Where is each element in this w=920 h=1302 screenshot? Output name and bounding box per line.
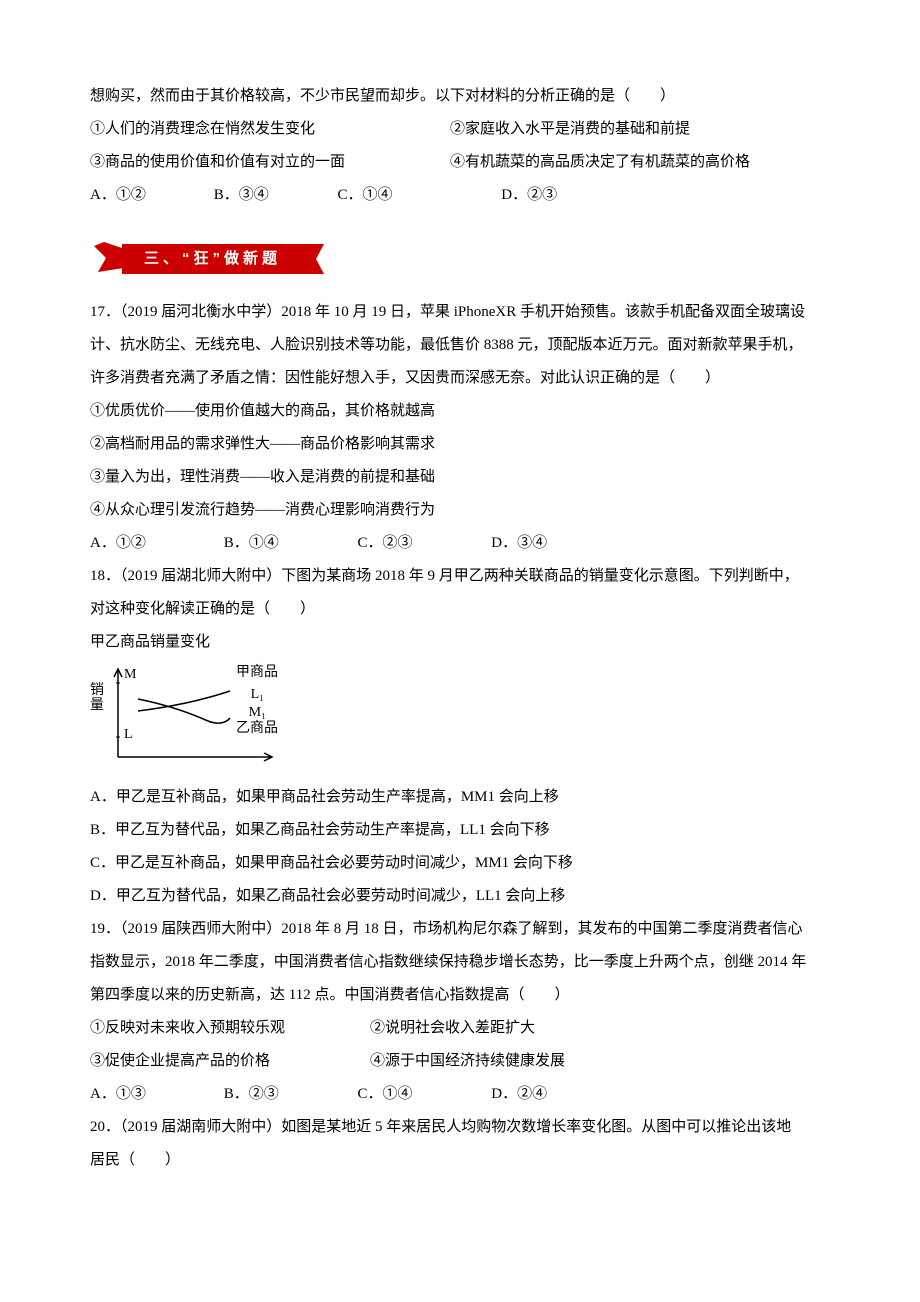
- chart-marker-l: L: [124, 727, 133, 742]
- q16-stem-cont: 想购买，然而由于其价格较高，不少市民望而却步。以下对材料的分析正确的是（ ）: [90, 80, 830, 113]
- q16-statement-row-1: ①人们的消费理念在悄然发生变化 ②家庭收入水平是消费的基础和前提: [90, 113, 830, 146]
- q20-line1: 20．（2019 届湖南师大附中）如图是某地近 5 年来居民人均购物次数增长率变…: [90, 1111, 830, 1144]
- q16-statement-row-2: ③商品的使用价值和价值有对立的一面 ④有机蔬菜的高品质决定了有机蔬菜的高价格: [90, 146, 830, 179]
- q16-option-b: B．③④: [214, 179, 334, 212]
- q16-option-a: A．①②: [90, 179, 210, 212]
- q17-line3: 许多消费者充满了矛盾之情：因性能好想入手，又因贵而深感无奈。对此认识正确的是（ …: [90, 362, 830, 395]
- q20-line2: 居民（ ）: [90, 1144, 830, 1177]
- q18-option-a: A．甲乙是互补商品，如果甲商品社会劳动生产率提高，MM1 会向上移: [90, 781, 830, 814]
- q19-stmt-row-2: ③促使企业提高产品的价格 ④源于中国经济持续健康发展: [90, 1045, 830, 1078]
- chart-marker-m1: M₁: [249, 705, 266, 720]
- chart-ylabel: 销量: [90, 683, 106, 714]
- q17-option-c: C．②③: [358, 527, 488, 560]
- chart-marker-l1: L₁: [251, 687, 264, 702]
- q18-option-c: C．甲乙是互补商品，如果甲商品社会必要劳动时间减少，MM1 会向下移: [90, 847, 830, 880]
- q17-option-a: A．①②: [90, 527, 220, 560]
- q16-option-c: C．①④: [338, 179, 498, 212]
- q19-stmt-2: ②说明社会收入差距扩大: [370, 1012, 535, 1045]
- q16-stmt-3: ③商品的使用价值和价值有对立的一面: [90, 146, 450, 179]
- q18-caption: 甲乙商品销量变化: [90, 626, 830, 659]
- q17-line1: 17．（2019 届河北衡水中学）2018 年 10 月 19 日，苹果 iPh…: [90, 296, 830, 329]
- section-banner: 三、“狂”做新题: [94, 242, 334, 276]
- q17-stmt-4: ④从众心理引发流行趋势——消费心理影响消费行为: [90, 494, 830, 527]
- chart-marker-m: M: [124, 667, 136, 682]
- q19-line2: 指数显示，2018 年二季度，中国消费者信心指数继续保持稳步增长态势，比一季度上…: [90, 946, 830, 979]
- q17-option-d: D．③④: [491, 527, 547, 560]
- banner-text: 三、“狂”做新题: [144, 242, 281, 276]
- chart-series-a-label: 甲商品: [236, 665, 278, 680]
- q18-option-d: D．甲乙互为替代品，如果乙商品社会必要劳动时间减少，LL1 会向上移: [90, 880, 830, 913]
- q16-option-d: D．②③: [501, 179, 557, 212]
- q16-stmt-4: ④有机蔬菜的高品质决定了有机蔬菜的高价格: [450, 146, 750, 179]
- chart-series-b-label: 乙商品: [236, 721, 278, 736]
- q19-option-a: A．①③: [90, 1078, 220, 1111]
- q19-option-b: B．②③: [224, 1078, 354, 1111]
- q19-options: A．①③ B．②③ C．①④ D．②④: [90, 1078, 830, 1111]
- q17-option-b: B．①④: [224, 527, 354, 560]
- q17-stmt-3: ③量入为出，理性消费——收入是消费的前提和基础: [90, 461, 830, 494]
- q19-line1: 19．（2019 届陕西师大附中）2018 年 8 月 18 日，市场机构尼尔森…: [90, 913, 830, 946]
- q18-line1: 18．（2019 届湖北师大附中）下图为某商场 2018 年 9 月甲乙两种关联…: [90, 560, 830, 593]
- q16-stmt-1: ①人们的消费理念在悄然发生变化: [90, 113, 450, 146]
- q18-option-b: B．甲乙互为替代品，如果乙商品社会劳动生产率提高，LL1 会向下移: [90, 814, 830, 847]
- q19-option-c: C．①④: [358, 1078, 488, 1111]
- q19-line3: 第四季度以来的历史新高，达 112 点。中国消费者信心指数提高（ ）: [90, 979, 830, 1012]
- q19-stmt-1: ①反映对未来收入预期较乐观: [90, 1012, 370, 1045]
- q19-stmt-row-1: ①反映对未来收入预期较乐观 ②说明社会收入差距扩大: [90, 1012, 830, 1045]
- q19-option-d: D．②④: [491, 1078, 547, 1111]
- q17-options: A．①② B．①④ C．②③ D．③④: [90, 527, 830, 560]
- q19-stmt-4: ④源于中国经济持续健康发展: [370, 1045, 565, 1078]
- q17-stmt-2: ②高档耐用品的需求弹性大——商品价格影响其需求: [90, 428, 830, 461]
- q19-stmt-3: ③促使企业提高产品的价格: [90, 1045, 370, 1078]
- q16-options: A．①② B．③④ C．①④ D．②③: [90, 179, 830, 212]
- q18-line2: 对这种变化解读正确的是（ ）: [90, 593, 830, 626]
- q17-stmt-1: ①优质优价——使用价值越大的商品，其价格就越高: [90, 395, 830, 428]
- q16-stmt-2: ②家庭收入水平是消费的基础和前提: [450, 113, 690, 146]
- q17-line2: 计、抗水防尘、无线充电、人脸识别技术等功能，最低售价 8388 元，顶配版本近万…: [90, 329, 830, 362]
- q18-chart: 销量 M L 甲商品 L₁ M₁ 乙商品: [90, 665, 290, 775]
